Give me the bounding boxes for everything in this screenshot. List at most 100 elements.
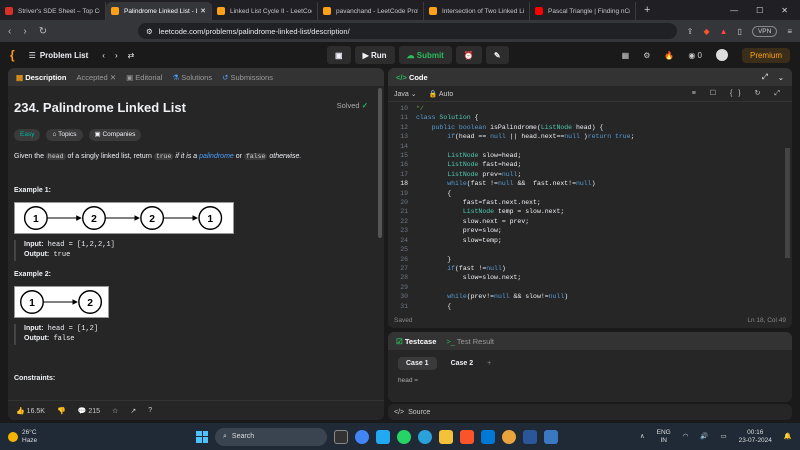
taskbar-search[interactable]: ⌕ Search [215, 427, 327, 446]
code-line[interactable]: 30 while(prev!=null && slow!=null) [388, 292, 792, 301]
leetcode-logo[interactable]: { [10, 48, 15, 62]
source-panel[interactable]: </> Source [388, 404, 792, 420]
browser-tab[interactable]: Linked List Cycle II - LeetCode [212, 2, 318, 20]
back-icon[interactable]: ‹ [8, 26, 11, 37]
close-window-icon[interactable]: ✕ [781, 6, 788, 15]
notes-icon[interactable]: ✎ [485, 46, 509, 64]
sidebar-toggle-icon[interactable]: ▯ [738, 27, 742, 36]
network-icon[interactable]: ◠ [683, 433, 689, 441]
code-line[interactable]: 27 if(fast !=null) [388, 264, 792, 273]
run-button[interactable]: ▶ Run [354, 46, 395, 64]
store-icon[interactable] [481, 429, 495, 444]
start-button[interactable] [196, 430, 208, 443]
tab-solutions[interactable]: ⚗ Solutions [172, 73, 212, 82]
reload-icon[interactable]: ↻ [39, 26, 47, 37]
volume-icon[interactable]: 🔊 [700, 433, 708, 441]
prev-problem-icon[interactable]: ‹ [102, 51, 105, 60]
new-tab-button[interactable]: + [644, 4, 650, 16]
code-line[interactable]: 22 slow.next = prev; [388, 217, 792, 226]
chrome-alt-icon[interactable] [502, 429, 516, 444]
shuffle-icon[interactable]: ⇄ [128, 51, 135, 60]
problem-title[interactable]: 234. Palindrome Linked List [14, 98, 378, 119]
companies-chip[interactable]: ▣ Companies [88, 128, 142, 142]
dislike-icon[interactable]: 👎 [57, 407, 66, 415]
task-view-icon[interactable] [334, 429, 348, 444]
code-editor[interactable]: 10 */11 class Solution {12 public boolean … [388, 102, 792, 311]
code-line[interactable]: 11 class Solution { [388, 113, 792, 122]
code-tab[interactable]: </> Code [396, 73, 428, 82]
code-line[interactable]: 25 [388, 245, 792, 254]
close-tab-icon[interactable]: ✕ [197, 7, 206, 15]
language-indicator[interactable]: ENG IN [657, 429, 671, 445]
code-line[interactable]: 15 ListNode slow=head; [388, 151, 792, 160]
avatar[interactable] [715, 49, 728, 61]
description-scrollbar[interactable] [378, 88, 382, 238]
tray-overflow-icon[interactable]: ∧ [640, 433, 645, 441]
difficulty-chip[interactable]: Easy [14, 128, 41, 142]
code-line[interactable]: 14 [388, 142, 792, 151]
code-line[interactable]: 24 slow=temp; [388, 236, 792, 245]
layout-icon[interactable]: ▦ [622, 51, 630, 60]
site-info-icon[interactable]: ⚙ [146, 27, 153, 36]
browser-tab[interactable]: pavanchand - LeetCode Profile [318, 2, 424, 20]
next-problem-icon[interactable]: › [115, 51, 118, 60]
browser-tab[interactable]: Pascal Triangle | Finding nCr in [530, 2, 636, 20]
share-link-icon[interactable]: ↗ [130, 407, 136, 415]
problem-list-link[interactable]: Problem List [40, 51, 88, 60]
help-icon[interactable]: ? [148, 407, 152, 414]
code-line[interactable]: 23 prev=slow; [388, 226, 792, 235]
tab-accepted[interactable]: Accepted ✕ [76, 73, 116, 82]
code-line[interactable]: 31 { [388, 302, 792, 311]
menu-icon[interactable]: ≡ [787, 27, 792, 36]
auto-mode-toggle[interactable]: 🔒 Auto [429, 90, 454, 98]
coins-count[interactable]: ◉ 0 [688, 51, 702, 60]
weather-widget[interactable]: 26°C Haze [8, 429, 37, 444]
tab-testcase[interactable]: ☑ Testcase [396, 337, 436, 346]
browser-tab[interactable]: Palindrome Linked List - Le ✕ [106, 2, 212, 20]
clock[interactable]: 00:16 23-07-2024 [739, 429, 772, 445]
maximize-panel-icon[interactable]: ⤢ [762, 72, 768, 82]
word-icon[interactable] [523, 429, 537, 444]
browser-tab[interactable]: Intersection of Two Linked Lists [424, 2, 530, 20]
tab-test-result[interactable]: >_ Test Result [446, 337, 494, 346]
vscode-icon[interactable] [376, 429, 390, 444]
notifications-icon[interactable]: 🔔 [784, 433, 792, 441]
code-line[interactable]: 26 } [388, 255, 792, 264]
url-input[interactable]: ⚙ leetcode.com/problems/palindrome-linke… [138, 23, 677, 39]
forward-icon[interactable]: › [23, 26, 26, 37]
add-case-button[interactable]: + [487, 360, 491, 367]
timer-icon[interactable]: ⏰ [455, 46, 482, 64]
code-line[interactable]: 28 slow=slow.next; [388, 273, 792, 282]
code-line[interactable]: 12 public boolean isPalindrome(ListNode … [388, 123, 792, 132]
code-line[interactable]: 29 [388, 283, 792, 292]
submit-button[interactable]: ☁ Submit [398, 46, 452, 64]
problem-list-icon[interactable]: ☰ [29, 51, 36, 60]
brave-icon[interactable] [460, 429, 474, 444]
photos-icon[interactable] [544, 429, 558, 444]
favorite-icon[interactable]: ☆ [112, 407, 118, 415]
file-explorer-icon[interactable] [439, 429, 453, 444]
topics-chip[interactable]: ⌂ Topics [46, 128, 83, 142]
telegram-icon[interactable] [418, 429, 432, 444]
case-2-button[interactable]: Case 2 [445, 357, 480, 370]
palindrome-link[interactable]: palindrome [199, 153, 234, 160]
code-line[interactable]: 13 if(head == null || head.next==null )r… [388, 132, 792, 141]
code-line[interactable]: 21 ListNode temp = slow.next; [388, 207, 792, 216]
battery-icon[interactable]: ▭ [721, 433, 727, 441]
settings-icon[interactable]: ⚙ [643, 51, 650, 60]
code-line[interactable]: 16 ListNode fast=head; [388, 160, 792, 169]
editor-tool-icons[interactable]: ≡ ☐ {} ↻ ⤢ [692, 89, 786, 98]
code-line[interactable]: 18 while(fast !=null && fast.next!=null) [388, 179, 792, 188]
language-select[interactable]: Java ⌄ [394, 90, 417, 98]
vpn-button[interactable]: VPN [751, 25, 778, 37]
share-icon[interactable]: ⇪ [687, 27, 694, 36]
code-line[interactable]: 17 ListNode prev=null; [388, 170, 792, 179]
whatsapp-icon[interactable] [397, 429, 411, 444]
collapse-panel-icon[interactable]: ⌄ [778, 73, 784, 82]
tab-editorial[interactable]: ▣ Editorial [126, 73, 162, 82]
case-1-button[interactable]: Case 1 [398, 357, 437, 370]
code-scrollbar[interactable] [785, 148, 790, 258]
code-line[interactable]: 20 fast=fast.next.next; [388, 198, 792, 207]
like-button[interactable]: 👍 16.5K [16, 407, 45, 415]
browser-tab[interactable]: Striver's SDE Sheet – Top Codin [0, 2, 106, 20]
